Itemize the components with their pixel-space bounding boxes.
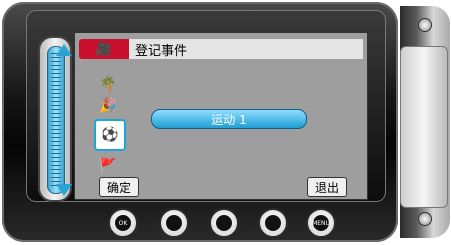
screw-icon [418,18,432,32]
ok-button[interactable]: 确定 [99,177,139,197]
camera-icon: 🎥 [79,39,129,59]
touch-slider[interactable] [38,36,72,202]
party-icon[interactable]: 🎉 [97,95,119,117]
page-title: 登记事件 [129,39,363,59]
flag-icon[interactable]: 🚩 [97,155,119,177]
palm-tree-icon[interactable]: 🌴 [97,73,119,95]
exit-button[interactable]: 退出 [307,177,347,197]
menu-header: 🎥 登记事件 [79,39,363,59]
lcd-screen: 🎥 登记事件 🌴 🎉 ⚽ 🚩 运动 1 确定 退出 [74,32,368,200]
selected-event[interactable]: 运动 1 [151,109,307,129]
arrow-up-icon[interactable] [56,44,72,56]
arrow-down-icon[interactable] [56,184,72,196]
slider-track[interactable] [47,44,72,196]
sports-icon[interactable]: ⚽ [94,119,126,151]
hardware-button-3[interactable] [209,208,239,238]
ok-hardware-button[interactable]: OK [108,208,138,238]
menu-hardware-button[interactable]: MENU [306,208,336,238]
hardware-button-4[interactable] [258,208,288,238]
hinge-lip [400,46,448,208]
hinge [400,6,450,238]
hardware-button-2[interactable] [159,208,189,238]
camera-body: 🎥 登记事件 🌴 🎉 ⚽ 🚩 运动 1 确定 退出 OK MENU [2,2,398,242]
screw-icon [418,212,432,226]
